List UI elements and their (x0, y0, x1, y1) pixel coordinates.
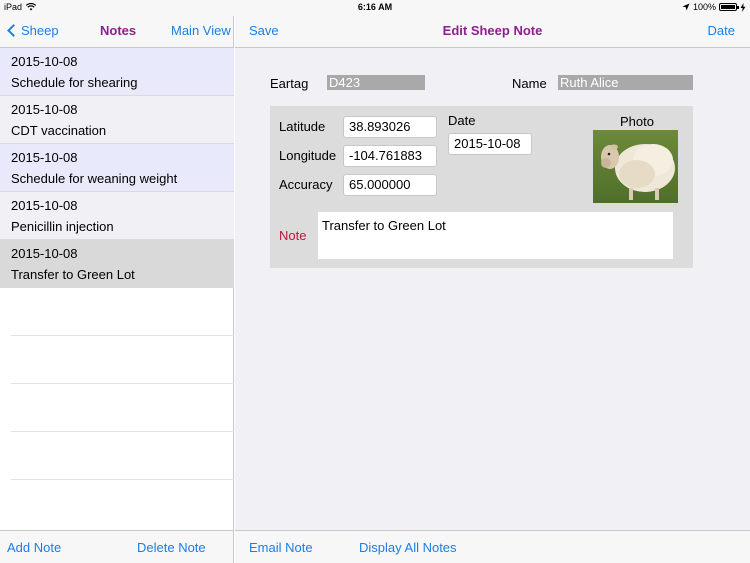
status-bar: iPad 6:16 AM 100% (0, 0, 750, 16)
empty-row (11, 288, 234, 336)
empty-row (11, 432, 234, 480)
empty-row (11, 336, 234, 384)
main-view-button[interactable]: Main View (171, 23, 231, 38)
note-text: Schedule for weaning weight (11, 171, 178, 186)
note-label: Note (279, 228, 307, 243)
note-text: Schedule for shearing (11, 75, 138, 90)
battery-percent: 100% (692, 2, 716, 12)
list-item[interactable]: 2015-10-08 Schedule for weaning weight (0, 144, 234, 192)
back-label: Sheep (21, 23, 59, 38)
charging-bolt-icon (740, 2, 746, 12)
eartag-field[interactable]: D423 (327, 75, 425, 90)
sheep-photo[interactable] (593, 130, 678, 203)
status-time: 6:16 AM (357, 2, 393, 12)
accuracy-field[interactable]: 65.000000 (343, 174, 437, 196)
photo-label: Photo (620, 114, 654, 129)
latitude-label: Latitude (279, 119, 326, 134)
list-item[interactable]: 2015-10-08 CDT vaccination (0, 96, 234, 144)
detail-toolbar: Email Note Display All Notes (235, 530, 750, 563)
notes-list: 2015-10-08 Schedule for shearing 2015-10… (0, 48, 234, 480)
list-item-selected[interactable]: 2015-10-08 Transfer to Green Lot (0, 240, 234, 288)
eartag-label: Eartag (270, 76, 309, 91)
accuracy-label: Accuracy (279, 177, 333, 192)
delete-note-button[interactable]: Delete Note (137, 540, 206, 555)
longitude-label: Longitude (279, 148, 337, 163)
note-text: Penicillin injection (11, 219, 114, 234)
latitude-field[interactable]: 38.893026 (343, 116, 437, 138)
date-label: Date (448, 113, 476, 128)
battery-fill (721, 5, 735, 9)
master-toolbar: Add Note Delete Note (0, 530, 233, 563)
list-item[interactable]: 2015-10-08 Penicillin injection (0, 192, 234, 240)
master-navbar: Sheep Notes Main View (0, 16, 233, 48)
date-field[interactable]: 2015-10-08 (448, 133, 532, 155)
date-button[interactable]: Date (708, 23, 735, 38)
longitude-field[interactable]: -104.761883 (343, 145, 437, 167)
chevron-left-icon (7, 24, 20, 37)
note-text-field[interactable]: Transfer to Green Lot (318, 212, 673, 259)
edit-note-pane: Save Edit Sheep Note Date Eartag D423 Na… (235, 16, 750, 563)
location-arrow-icon (682, 3, 690, 11)
name-field[interactable]: Ruth Alice (558, 75, 693, 90)
empty-row (11, 384, 234, 432)
detail-navbar: Save Edit Sheep Note Date (235, 16, 750, 48)
list-item[interactable]: 2015-10-08 Schedule for shearing (0, 48, 234, 96)
edit-note-title: Edit Sheep Note (442, 23, 543, 38)
location-panel: Latitude 38.893026 Longitude -104.761883… (270, 106, 693, 268)
sheep-photo-image (593, 130, 678, 203)
display-all-notes-button[interactable]: Display All Notes (359, 540, 457, 555)
status-right: 100% (682, 2, 746, 12)
notes-list-pane: Sheep Notes Main View 2015-10-08 Schedul… (0, 16, 234, 563)
note-date: 2015-10-08 (11, 198, 78, 213)
email-note-button[interactable]: Email Note (249, 540, 313, 555)
notes-title: Notes (100, 23, 137, 38)
battery-icon (719, 3, 739, 11)
note-text: CDT vaccination (11, 123, 107, 138)
note-date: 2015-10-08 (11, 150, 78, 165)
note-date: 2015-10-08 (11, 246, 78, 261)
note-date: 2015-10-08 (11, 54, 78, 69)
back-to-sheep-button[interactable]: Sheep (6, 23, 59, 38)
note-text: Transfer to Green Lot (11, 267, 135, 282)
name-label: Name (512, 76, 547, 91)
note-date: 2015-10-08 (11, 102, 78, 117)
add-note-button[interactable]: Add Note (7, 540, 61, 555)
